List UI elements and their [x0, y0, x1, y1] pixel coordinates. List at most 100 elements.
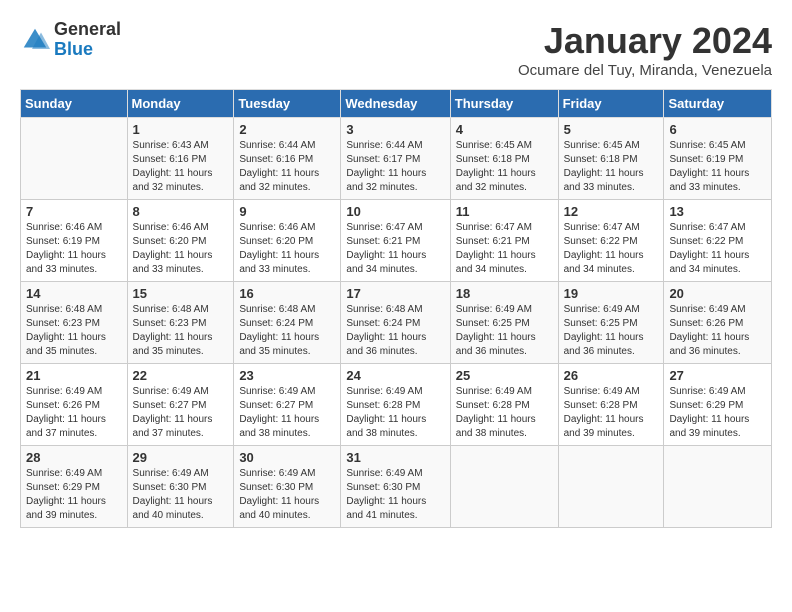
- calendar-cell: 31 Sunrise: 6:49 AMSunset: 6:30 PMDaylig…: [341, 446, 450, 528]
- day-number: 5: [564, 122, 659, 137]
- day-number: 26: [564, 368, 659, 383]
- day-number: 4: [456, 122, 553, 137]
- calendar-cell: 19 Sunrise: 6:49 AMSunset: 6:25 PMDaylig…: [558, 282, 664, 364]
- calendar-cell: 7 Sunrise: 6:46 AMSunset: 6:19 PMDayligh…: [21, 200, 128, 282]
- header-monday: Monday: [127, 90, 234, 118]
- calendar-cell: 24 Sunrise: 6:49 AMSunset: 6:28 PMDaylig…: [341, 364, 450, 446]
- day-number: 20: [669, 286, 766, 301]
- header-sunday: Sunday: [21, 90, 128, 118]
- calendar-table: Sunday Monday Tuesday Wednesday Thursday…: [20, 89, 772, 528]
- day-info: Sunrise: 6:49 AMSunset: 6:26 PMDaylight:…: [26, 385, 122, 441]
- day-number: 25: [456, 368, 553, 383]
- calendar-week-4: 21 Sunrise: 6:49 AMSunset: 6:26 PMDaylig…: [21, 364, 772, 446]
- calendar-cell: 12 Sunrise: 6:47 AMSunset: 6:22 PMDaylig…: [558, 200, 664, 282]
- day-info: Sunrise: 6:44 AMSunset: 6:16 PMDaylight:…: [239, 139, 335, 195]
- calendar-cell: 15 Sunrise: 6:48 AMSunset: 6:23 PMDaylig…: [127, 282, 234, 364]
- calendar-cell: 11 Sunrise: 6:47 AMSunset: 6:21 PMDaylig…: [450, 200, 558, 282]
- calendar-cell: 17 Sunrise: 6:48 AMSunset: 6:24 PMDaylig…: [341, 282, 450, 364]
- day-info: Sunrise: 6:46 AMSunset: 6:19 PMDaylight:…: [26, 221, 122, 277]
- day-info: Sunrise: 6:48 AMSunset: 6:24 PMDaylight:…: [239, 303, 335, 359]
- day-info: Sunrise: 6:47 AMSunset: 6:22 PMDaylight:…: [669, 221, 766, 277]
- calendar-cell: 13 Sunrise: 6:47 AMSunset: 6:22 PMDaylig…: [664, 200, 772, 282]
- day-number: 10: [346, 204, 444, 219]
- day-info: Sunrise: 6:43 AMSunset: 6:16 PMDaylight:…: [133, 139, 229, 195]
- calendar-cell: 25 Sunrise: 6:49 AMSunset: 6:28 PMDaylig…: [450, 364, 558, 446]
- calendar-cell: [21, 118, 128, 200]
- day-number: 8: [133, 204, 229, 219]
- calendar-cell: 21 Sunrise: 6:49 AMSunset: 6:26 PMDaylig…: [21, 364, 128, 446]
- calendar-cell: 9 Sunrise: 6:46 AMSunset: 6:20 PMDayligh…: [234, 200, 341, 282]
- day-number: 3: [346, 122, 444, 137]
- day-number: 24: [346, 368, 444, 383]
- day-info: Sunrise: 6:47 AMSunset: 6:21 PMDaylight:…: [346, 221, 444, 277]
- day-number: 30: [239, 450, 335, 465]
- day-number: 12: [564, 204, 659, 219]
- calendar-cell: 18 Sunrise: 6:49 AMSunset: 6:25 PMDaylig…: [450, 282, 558, 364]
- logo-blue: Blue: [54, 40, 121, 60]
- day-info: Sunrise: 6:45 AMSunset: 6:18 PMDaylight:…: [564, 139, 659, 195]
- header-thursday: Thursday: [450, 90, 558, 118]
- day-number: 1: [133, 122, 229, 137]
- calendar-cell: [664, 446, 772, 528]
- calendar-cell: 26 Sunrise: 6:49 AMSunset: 6:28 PMDaylig…: [558, 364, 664, 446]
- header-row: Sunday Monday Tuesday Wednesday Thursday…: [21, 90, 772, 118]
- calendar-cell: 4 Sunrise: 6:45 AMSunset: 6:18 PMDayligh…: [450, 118, 558, 200]
- day-number: 21: [26, 368, 122, 383]
- day-number: 31: [346, 450, 444, 465]
- calendar-cell: 5 Sunrise: 6:45 AMSunset: 6:18 PMDayligh…: [558, 118, 664, 200]
- day-info: Sunrise: 6:49 AMSunset: 6:29 PMDaylight:…: [669, 385, 766, 441]
- day-number: 13: [669, 204, 766, 219]
- day-info: Sunrise: 6:49 AMSunset: 6:25 PMDaylight:…: [564, 303, 659, 359]
- calendar-cell: [450, 446, 558, 528]
- day-number: 28: [26, 450, 122, 465]
- day-number: 6: [669, 122, 766, 137]
- day-number: 18: [456, 286, 553, 301]
- day-number: 16: [239, 286, 335, 301]
- day-number: 7: [26, 204, 122, 219]
- day-number: 19: [564, 286, 659, 301]
- calendar-cell: 27 Sunrise: 6:49 AMSunset: 6:29 PMDaylig…: [664, 364, 772, 446]
- day-number: 27: [669, 368, 766, 383]
- calendar-header: Sunday Monday Tuesday Wednesday Thursday…: [21, 90, 772, 118]
- page-header: General Blue January 2024 Ocumare del Tu…: [20, 20, 772, 79]
- calendar-cell: 28 Sunrise: 6:49 AMSunset: 6:29 PMDaylig…: [21, 446, 128, 528]
- calendar-cell: 23 Sunrise: 6:49 AMSunset: 6:27 PMDaylig…: [234, 364, 341, 446]
- day-info: Sunrise: 6:49 AMSunset: 6:26 PMDaylight:…: [669, 303, 766, 359]
- day-info: Sunrise: 6:49 AMSunset: 6:30 PMDaylight:…: [239, 467, 335, 523]
- day-info: Sunrise: 6:49 AMSunset: 6:30 PMDaylight:…: [346, 467, 444, 523]
- header-wednesday: Wednesday: [341, 90, 450, 118]
- calendar-cell: [558, 446, 664, 528]
- month-title: January 2024: [518, 20, 772, 62]
- calendar-cell: 30 Sunrise: 6:49 AMSunset: 6:30 PMDaylig…: [234, 446, 341, 528]
- calendar-cell: 6 Sunrise: 6:45 AMSunset: 6:19 PMDayligh…: [664, 118, 772, 200]
- calendar-week-2: 7 Sunrise: 6:46 AMSunset: 6:19 PMDayligh…: [21, 200, 772, 282]
- calendar-cell: 1 Sunrise: 6:43 AMSunset: 6:16 PMDayligh…: [127, 118, 234, 200]
- day-number: 17: [346, 286, 444, 301]
- calendar-cell: 22 Sunrise: 6:49 AMSunset: 6:27 PMDaylig…: [127, 364, 234, 446]
- calendar-cell: 3 Sunrise: 6:44 AMSunset: 6:17 PMDayligh…: [341, 118, 450, 200]
- day-info: Sunrise: 6:48 AMSunset: 6:23 PMDaylight:…: [26, 303, 122, 359]
- calendar-week-5: 28 Sunrise: 6:49 AMSunset: 6:29 PMDaylig…: [21, 446, 772, 528]
- calendar-cell: 8 Sunrise: 6:46 AMSunset: 6:20 PMDayligh…: [127, 200, 234, 282]
- calendar-cell: 20 Sunrise: 6:49 AMSunset: 6:26 PMDaylig…: [664, 282, 772, 364]
- day-info: Sunrise: 6:47 AMSunset: 6:22 PMDaylight:…: [564, 221, 659, 277]
- calendar-cell: 14 Sunrise: 6:48 AMSunset: 6:23 PMDaylig…: [21, 282, 128, 364]
- calendar-cell: 16 Sunrise: 6:48 AMSunset: 6:24 PMDaylig…: [234, 282, 341, 364]
- calendar-cell: 29 Sunrise: 6:49 AMSunset: 6:30 PMDaylig…: [127, 446, 234, 528]
- day-number: 15: [133, 286, 229, 301]
- day-info: Sunrise: 6:48 AMSunset: 6:24 PMDaylight:…: [346, 303, 444, 359]
- day-info: Sunrise: 6:49 AMSunset: 6:29 PMDaylight:…: [26, 467, 122, 523]
- day-info: Sunrise: 6:49 AMSunset: 6:25 PMDaylight:…: [456, 303, 553, 359]
- day-info: Sunrise: 6:49 AMSunset: 6:28 PMDaylight:…: [564, 385, 659, 441]
- day-info: Sunrise: 6:49 AMSunset: 6:28 PMDaylight:…: [346, 385, 444, 441]
- calendar-body: 1 Sunrise: 6:43 AMSunset: 6:16 PMDayligh…: [21, 118, 772, 528]
- calendar-week-1: 1 Sunrise: 6:43 AMSunset: 6:16 PMDayligh…: [21, 118, 772, 200]
- header-tuesday: Tuesday: [234, 90, 341, 118]
- title-block: January 2024 Ocumare del Tuy, Miranda, V…: [518, 20, 772, 79]
- header-saturday: Saturday: [664, 90, 772, 118]
- calendar-week-3: 14 Sunrise: 6:48 AMSunset: 6:23 PMDaylig…: [21, 282, 772, 364]
- logo-general: General: [54, 20, 121, 40]
- day-number: 22: [133, 368, 229, 383]
- day-number: 14: [26, 286, 122, 301]
- day-info: Sunrise: 6:49 AMSunset: 6:27 PMDaylight:…: [239, 385, 335, 441]
